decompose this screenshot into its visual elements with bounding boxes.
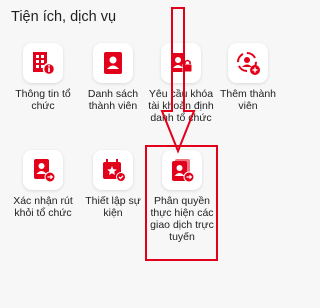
calendar-star-icon <box>93 150 133 190</box>
section-title: Tiện ích, dịch vụ <box>11 9 117 25</box>
member-list-icon <box>93 43 133 83</box>
tile-label: Thiết lập sự kiện <box>85 195 141 219</box>
tile-add-member[interactable]: Thêm thành viên <box>212 43 284 112</box>
tile-label: Thêm thành viên <box>219 88 277 112</box>
add-member-icon <box>228 43 268 83</box>
tile-leave-org[interactable]: Xác nhận rút khỏi tổ chức <box>7 150 79 219</box>
building-info-icon <box>23 43 63 83</box>
arrow-down-icon <box>160 7 196 154</box>
tile-member-list[interactable]: Danh sách thành viên <box>77 43 149 112</box>
tile-org-info[interactable]: Thông tin tổ chức <box>7 43 79 112</box>
tile-setup-event[interactable]: Thiết lập sự kiện <box>77 150 149 219</box>
leave-org-icon <box>23 150 63 190</box>
tile-label: Xác nhận rút khỏi tổ chức <box>13 195 73 219</box>
highlight-box <box>145 145 218 261</box>
tile-label: Thông tin tổ chức <box>15 88 71 112</box>
tile-label: Danh sách thành viên <box>87 88 139 112</box>
